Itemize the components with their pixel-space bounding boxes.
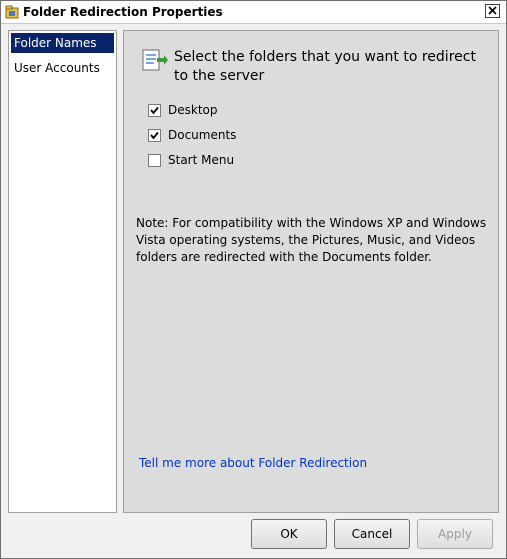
documents-label[interactable]: Documents	[168, 128, 236, 142]
nav-item-folder-names[interactable]: Folder Names	[11, 33, 114, 53]
folder-redirection-help-link[interactable]: Tell me more about Folder Redirection	[139, 456, 367, 470]
page-heading: Select the folders that you want to redi…	[174, 49, 476, 84]
desktop-checkbox[interactable]	[148, 104, 161, 117]
folder-properties-icon	[5, 5, 19, 19]
nav-item-user-accounts[interactable]: User Accounts	[11, 58, 114, 78]
start-menu-checkbox[interactable]	[148, 154, 161, 167]
ok-button[interactable]: OK	[251, 519, 327, 549]
start-menu-label[interactable]: Start Menu	[168, 153, 234, 167]
window-title: Folder Redirection Properties	[23, 5, 223, 19]
folder-names-page: Select the folders that you want to redi…	[123, 30, 499, 513]
navigation-list: Folder Names User Accounts	[8, 30, 117, 513]
checkmark-icon	[150, 131, 159, 140]
title-bar[interactable]: Folder Redirection Properties	[1, 1, 506, 24]
dialog-window: Folder Redirection Properties Folder Nam…	[0, 0, 507, 559]
cancel-button[interactable]: Cancel	[334, 519, 410, 549]
close-button[interactable]	[485, 4, 500, 18]
compatibility-note: Note: For compatibility with the Windows…	[136, 216, 487, 264]
apply-button[interactable]: Apply	[417, 519, 493, 549]
desktop-label[interactable]: Desktop	[168, 103, 218, 117]
redirect-folder-icon	[142, 49, 168, 71]
documents-checkbox[interactable]	[148, 129, 161, 142]
close-icon	[488, 6, 497, 15]
checkmark-icon	[150, 106, 159, 115]
